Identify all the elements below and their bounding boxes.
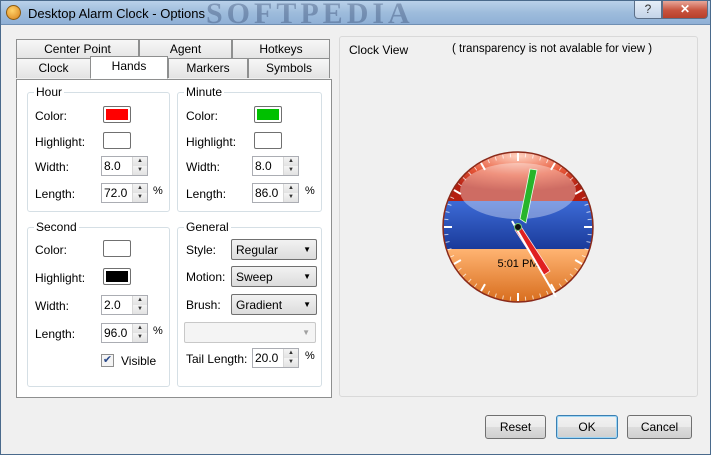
reset-button[interactable]: Reset — [485, 415, 546, 439]
hour-length-input[interactable] — [102, 184, 132, 202]
minute-length-unit: % — [305, 185, 315, 197]
hour-color-swatch[interactable] — [103, 106, 131, 123]
spin-down-icon[interactable]: ▼ — [284, 193, 298, 202]
spin-up-icon[interactable]: ▲ — [133, 296, 147, 305]
chevron-down-icon: ▼ — [302, 328, 310, 337]
minute-width-input[interactable] — [253, 157, 283, 175]
style-dropdown[interactable]: Regular ▼ — [231, 239, 317, 260]
hands-tab-panel: Hour Color: Highlight: Width: ▲▼ Length:… — [16, 79, 332, 398]
options-window: Desktop Alarm Clock - Options SOFTPEDIA … — [0, 0, 711, 455]
spin-down-icon[interactable]: ▼ — [133, 193, 147, 202]
hour-group: Hour Color: Highlight: Width: ▲▼ Length:… — [27, 85, 170, 212]
tail-length-spinner[interactable]: ▲▼ — [252, 348, 299, 368]
clock-view-note: ( transparency is not avalable for view … — [452, 43, 653, 55]
spin-up-icon[interactable]: ▲ — [284, 184, 298, 193]
spin-up-icon[interactable]: ▲ — [133, 157, 147, 166]
tab-clock[interactable]: Clock — [16, 58, 91, 78]
hour-length-spinner[interactable]: ▲▼ — [101, 183, 148, 203]
clock-time-text: 5:01 PM — [498, 258, 539, 270]
clock-view-panel: Clock View ( transparency is not avalabl… — [339, 36, 698, 397]
spin-up-icon[interactable]: ▲ — [284, 349, 298, 358]
tail-length-label: Tail Length: — [186, 352, 248, 366]
tail-length-unit: % — [305, 350, 315, 362]
second-group: Second Color: Highlight: Width: ▲▼ Lengt… — [27, 220, 170, 387]
hour-group-title: Hour — [34, 85, 65, 99]
cancel-button[interactable]: Cancel — [627, 415, 692, 439]
spin-down-icon[interactable]: ▼ — [284, 166, 298, 175]
minute-width-label: Width: — [186, 160, 221, 174]
motion-value: Sweep — [236, 270, 273, 284]
watermark-logo: SOFTPEDIA — [206, 0, 414, 30]
hour-length-label: Length: — [35, 187, 76, 201]
title-bar[interactable]: Desktop Alarm Clock - Options SOFTPEDIA … — [1, 0, 710, 30]
spin-up-icon[interactable]: ▲ — [133, 324, 147, 333]
help-button[interactable]: ? — [634, 1, 662, 19]
minute-highlight-label: Highlight: — [186, 135, 237, 149]
general-group: General Style: Regular ▼ Motion: Sweep ▼… — [177, 220, 322, 387]
style-value: Regular — [236, 243, 279, 257]
second-visible-label[interactable]: Visible — [121, 354, 156, 368]
alarm-clock-app-icon — [6, 5, 21, 20]
clock-view-title: Clock View — [349, 43, 409, 57]
tail-length-input[interactable] — [253, 349, 283, 367]
tab-hands[interactable]: Hands — [90, 56, 168, 79]
hour-highlight-swatch[interactable] — [103, 132, 131, 149]
spin-up-icon[interactable]: ▲ — [133, 184, 147, 193]
second-length-spinner[interactable]: ▲▼ — [101, 323, 148, 343]
second-visible-checkbox[interactable]: ✔ — [101, 354, 114, 367]
second-width-input[interactable] — [102, 296, 132, 314]
clock-gloss — [460, 163, 576, 219]
hour-width-input[interactable] — [102, 157, 132, 175]
window-title: Desktop Alarm Clock - Options — [28, 6, 206, 21]
chevron-down-icon: ▼ — [303, 245, 311, 254]
motion-dropdown[interactable]: Sweep ▼ — [231, 266, 317, 287]
hour-color-label: Color: — [35, 109, 68, 123]
clock-center-point — [514, 223, 522, 231]
minute-group-title: Minute — [184, 85, 225, 99]
second-highlight-swatch[interactable] — [103, 268, 131, 285]
second-width-label: Width: — [35, 299, 70, 313]
ok-button[interactable]: OK — [556, 415, 618, 439]
style-label: Style: — [186, 243, 217, 257]
hour-highlight-label: Highlight: — [35, 135, 86, 149]
second-highlight-label: Highlight: — [35, 271, 86, 285]
minute-color-swatch[interactable] — [254, 106, 282, 123]
hour-length-unit: % — [153, 185, 163, 197]
minute-color-label: Color: — [186, 109, 219, 123]
chevron-down-icon: ▼ — [303, 272, 311, 281]
hour-width-label: Width: — [35, 160, 70, 174]
second-length-label: Length: — [35, 327, 76, 341]
close-button[interactable]: ✕ — [662, 1, 708, 19]
second-color-label: Color: — [35, 243, 68, 257]
chevron-down-icon: ▼ — [303, 300, 311, 309]
minute-group: Minute Color: Highlight: Width: ▲▼ Lengt… — [177, 85, 322, 212]
second-color-swatch[interactable] — [103, 240, 131, 257]
minute-length-label: Length: — [186, 187, 227, 201]
spin-down-icon[interactable]: ▼ — [133, 333, 147, 342]
brush-dropdown[interactable]: Gradient ▼ — [231, 294, 317, 315]
motion-label: Motion: — [186, 270, 226, 284]
spin-down-icon[interactable]: ▼ — [133, 305, 147, 314]
minute-length-spinner[interactable]: ▲▼ — [252, 183, 299, 203]
second-length-input[interactable] — [102, 324, 132, 342]
second-group-title: Second — [34, 220, 79, 234]
minute-length-input[interactable] — [253, 184, 283, 202]
spin-up-icon[interactable]: ▲ — [284, 157, 298, 166]
brush-option-dropdown-disabled: ▼ — [184, 322, 316, 343]
general-group-title: General — [184, 220, 231, 234]
hour-width-spinner[interactable]: ▲▼ — [101, 156, 148, 176]
brush-label: Brush: — [186, 298, 221, 312]
clock-face-icon: 5:01 PM — [442, 151, 594, 303]
minute-highlight-swatch[interactable] — [254, 132, 282, 149]
minute-width-spinner[interactable]: ▲▼ — [252, 156, 299, 176]
tab-symbols[interactable]: Symbols — [248, 58, 330, 78]
tab-hotkeys[interactable]: Hotkeys — [232, 39, 330, 59]
tab-markers[interactable]: Markers — [168, 58, 248, 78]
second-width-spinner[interactable]: ▲▼ — [101, 295, 148, 315]
spin-down-icon[interactable]: ▼ — [133, 166, 147, 175]
spin-down-icon[interactable]: ▼ — [284, 358, 298, 367]
brush-value: Gradient — [236, 298, 283, 312]
second-length-unit: % — [153, 325, 163, 337]
